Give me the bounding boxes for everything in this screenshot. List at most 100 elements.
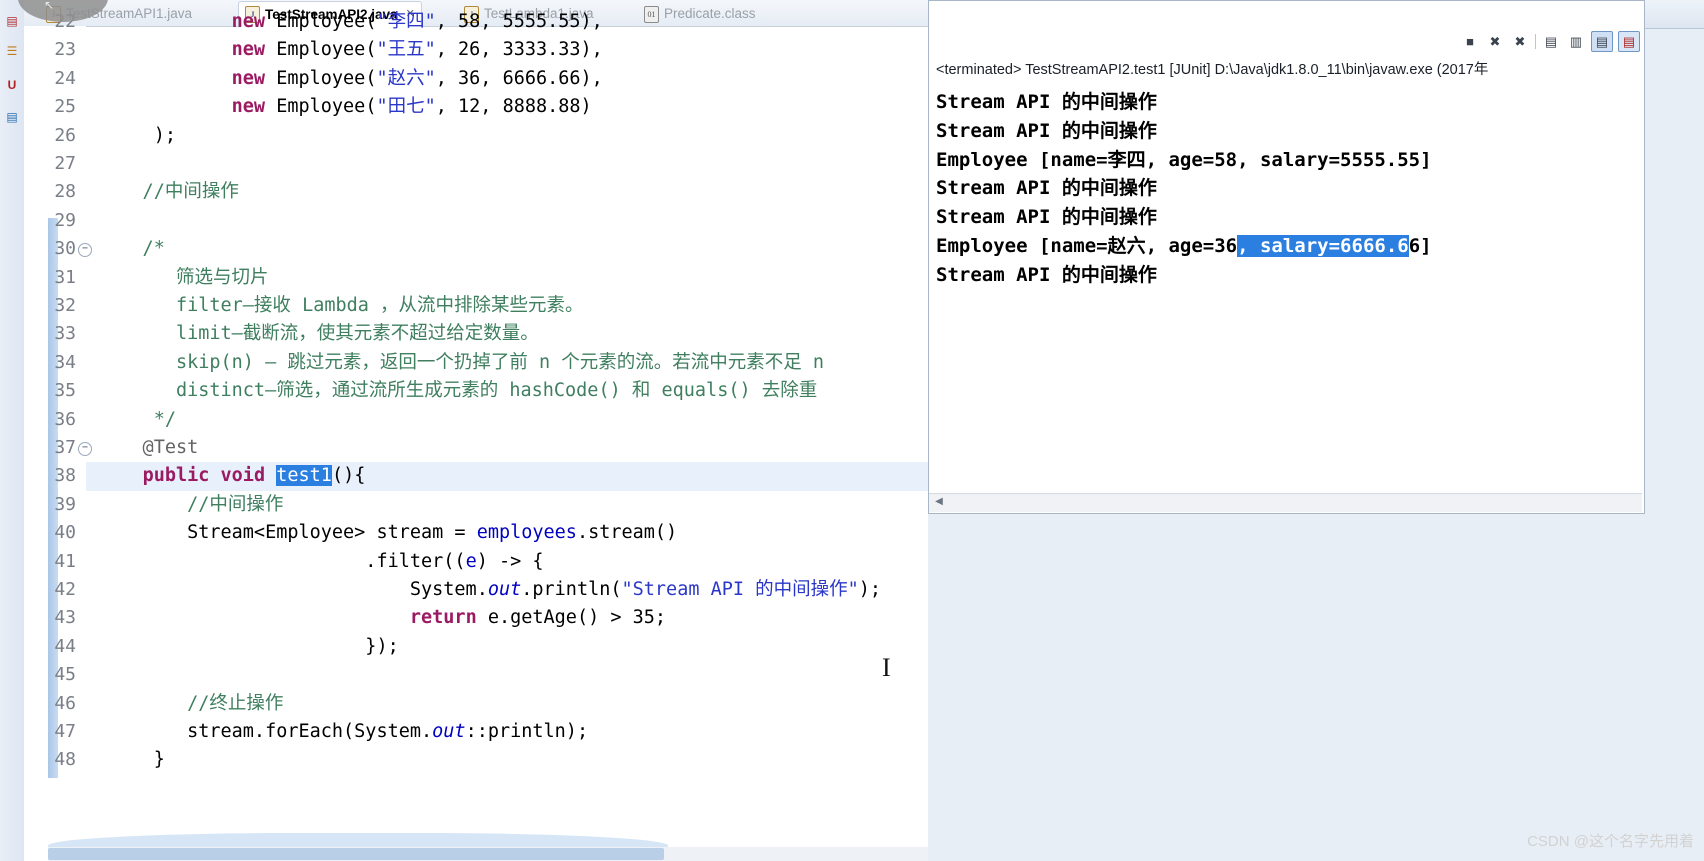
watermark-label: CSDN @这个名字先用着 [1527, 833, 1694, 850]
code-text: new Employee("王五", 26, 3333.33), [231, 39, 603, 61]
code-line[interactable]: 38 public void test1(){ [24, 462, 928, 490]
code-line[interactable]: 43 return e.getAge() > 35; [24, 604, 928, 632]
code-line[interactable]: 48 } [24, 746, 928, 774]
code-line[interactable]: 27 [24, 150, 928, 178]
code-text: //中间操作 [98, 493, 284, 515]
console-output-line[interactable]: Employee [name=李四, age=58, salary=5555.5… [936, 146, 1432, 175]
code-line[interactable]: 42 System.out.println("Stream API 的中间操作"… [24, 576, 928, 604]
code-line[interactable]: 25 new Employee("田七", 12, 8888.88) [24, 93, 928, 121]
code-text: ); [98, 124, 176, 146]
line-number: 23 [54, 39, 76, 61]
editor-horizontal-scrollbar[interactable] [48, 847, 928, 861]
line-number: 45 [54, 664, 76, 686]
code-text: new Employee("赵六", 36, 6666.66), [231, 67, 603, 89]
code-line[interactable]: 46 //终止操作 [24, 690, 928, 718]
line-number: 37 [54, 437, 76, 458]
code-text: 筛选与切片 [98, 266, 269, 288]
code-line[interactable]: 35 distinct—筛选，通过流所生成元素的 hashCode() 和 eq… [24, 377, 928, 405]
code-line[interactable]: 23 new Employee("王五", 26, 3333.33), [24, 36, 928, 64]
remove-launch-button[interactable]: ✖ [1485, 32, 1505, 51]
line-number: 48 [54, 749, 76, 771]
remove-all-terminated-button[interactable]: ✖ [1510, 32, 1530, 51]
console-output-line[interactable]: Stream API 的中间操作 [936, 88, 1157, 117]
console-output-line[interactable]: Stream API 的中间操作 [936, 203, 1157, 232]
console-output-line[interactable]: Stream API 的中间操作 [936, 174, 1157, 203]
code-line[interactable]: 44 }); [24, 633, 928, 661]
pin-console-button[interactable]: ▤ [1591, 30, 1613, 52]
line-number: 36 [54, 408, 76, 430]
code-text: limit—截断流，使其元素不超过给定数量。 [98, 323, 539, 345]
line-number: 27 [54, 153, 76, 174]
line-number: 40 [54, 522, 76, 544]
code-text: System.out.println("Stream API 的中间操作"); [98, 579, 882, 600]
code-line[interactable]: 39 //中间操作 [24, 491, 928, 519]
line-number: 42 [54, 579, 76, 600]
fold-toggle-icon[interactable]: − [78, 442, 92, 456]
scrollbar-thumb[interactable] [48, 848, 664, 860]
launch-configuration-line: <terminated> TestStreamAPI2.test1 [JUnit… [936, 62, 1489, 78]
display-selected-console-button[interactable]: ▥ [1566, 32, 1586, 51]
selected-console-text: , salary=6666.6 [1237, 235, 1409, 257]
code-line[interactable]: 26 ); [24, 122, 928, 150]
console-pane: ⚑ Problems @ Javadoc ▤ Declaration ▣ Con… [928, 0, 1704, 861]
code-text: @Test [98, 437, 199, 458]
code-text: Stream<Employee> stream = employees.stre… [98, 522, 678, 544]
line-number: 33 [54, 323, 76, 345]
console-horizontal-scrollbar[interactable]: ◀ [929, 493, 1642, 512]
line-number: 28 [54, 181, 76, 203]
line-number: 30 [54, 238, 76, 260]
code-line[interactable]: 40 Stream<Employee> stream = employees.s… [24, 519, 928, 547]
code-line[interactable]: 29 [24, 207, 928, 235]
line-number: 24 [54, 67, 76, 89]
toolbar-separator [1535, 33, 1536, 49]
code-text: return e.getAge() > 35; [409, 607, 667, 629]
console-output-line[interactable]: Stream API 的中间操作 [936, 261, 1157, 290]
scroll-lock-button[interactable]: ▤ [1618, 30, 1640, 52]
code-text: } [98, 749, 165, 771]
line-number: 46 [54, 692, 76, 714]
package-explorer-icon[interactable]: ▤ [3, 12, 21, 30]
code-text: */ [98, 408, 176, 430]
text-caret-pointer: I [882, 653, 891, 682]
outline-icon[interactable]: ☰ [3, 42, 21, 60]
line-number: 34 [54, 351, 76, 373]
editor-bottom-highlight [48, 833, 668, 847]
code-line[interactable]: 36 */ [24, 406, 928, 434]
code-text: stream.forEach(System.out::println); [98, 721, 589, 742]
line-number: 32 [54, 295, 76, 316]
code-line[interactable]: 37− @Test [24, 434, 928, 462]
code-text: new Employee("李四", 58, 5555.55), [231, 11, 603, 32]
code-line[interactable]: 41 .filter((e) -> { [24, 548, 928, 576]
scroll-left-arrow-icon[interactable]: ◀ [932, 495, 946, 509]
code-text: //终止操作 [98, 692, 284, 714]
code-line[interactable]: 34 skip(n) — 跳过元素，返回一个扔掉了前 n 个元素的流。若流中元素… [24, 349, 928, 377]
console-output-line[interactable]: Employee [name=赵六, age=36, salary=6666.6… [936, 232, 1432, 261]
code-line[interactable]: 28 //中间操作 [24, 178, 928, 206]
junit-view-icon[interactable]: U [3, 76, 21, 94]
line-number: 29 [54, 209, 76, 231]
code-line[interactable]: 24 new Employee("赵六", 36, 6666.66), [24, 65, 928, 93]
code-text: //中间操作 [98, 181, 239, 203]
code-line[interactable]: 47 stream.forEach(System.out::println); [24, 718, 928, 746]
console-toolbar: ■ ✖ ✖ ▤ ▥ ▤ ▤ [1460, 30, 1640, 52]
console-output-line[interactable]: Stream API 的中间操作 [936, 117, 1157, 146]
line-number: 43 [54, 607, 76, 629]
code-line[interactable]: 45 [24, 661, 928, 689]
terminate-button[interactable]: ■ [1460, 32, 1480, 51]
code-text: /* [98, 238, 165, 260]
navigator-icon[interactable]: ▤ [3, 108, 21, 126]
code-text: new Employee("田七", 12, 8888.88) [231, 96, 592, 118]
code-text: skip(n) — 跳过元素，返回一个扔掉了前 n 个元素的流。若流中元素不足 … [98, 351, 825, 373]
code-line[interactable]: 31 筛选与切片 [24, 264, 928, 292]
fold-toggle-icon[interactable]: − [78, 243, 92, 258]
line-number: 44 [54, 635, 76, 657]
code-line[interactable]: 33 limit—截断流，使其元素不超过给定数量。 [24, 320, 928, 348]
left-icon-rail: ▤ ☰ U ▤ [0, 0, 25, 861]
code-line[interactable]: 32 filter—接收 Lambda ，从流中排除某些元素。 [24, 292, 928, 320]
line-number: 39 [54, 493, 76, 515]
line-number: 35 [54, 380, 76, 402]
code-line[interactable]: 30− /* [24, 235, 928, 263]
line-number: 31 [54, 266, 76, 288]
open-console-button[interactable]: ▤ [1541, 32, 1561, 51]
code-line[interactable]: 22 new Employee("李四", 58, 5555.55), [24, 8, 928, 36]
